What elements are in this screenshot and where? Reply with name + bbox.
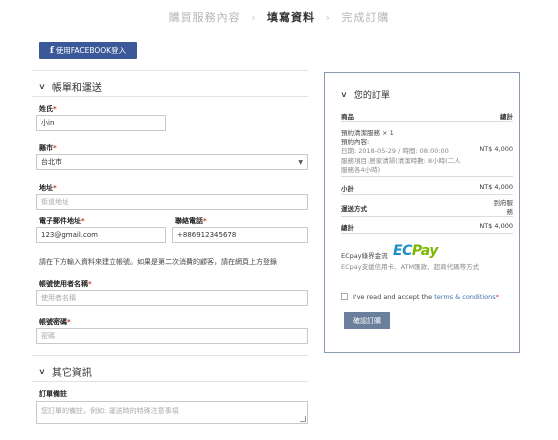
city-select[interactable]: 台北市 ▼ (36, 154, 308, 170)
order-summary-panel: ∨ 您的訂單 商品 總計 預約清潔服務 × 1 預約內容: 日期: 2018-0… (324, 72, 520, 353)
col-product-header: 商品 (341, 113, 354, 121)
terms-checkbox[interactable] (341, 293, 348, 300)
order-item-service-line2: 服務各4小時) (341, 166, 381, 174)
facebook-login-button[interactable]: f 使用FACEBOOK登入 (39, 42, 137, 59)
ecpay-payment-option[interactable]: ECpay綠界金流 (341, 250, 401, 260)
divider (341, 121, 513, 122)
facebook-icon: f (49, 45, 54, 56)
address-label: 地址* (39, 184, 57, 192)
lastname-label: 姓氏* (39, 105, 57, 113)
other-section-title: 其它資訊 (51, 368, 92, 379)
step-complete-order: 完成訂購 (341, 11, 390, 24)
billing-section-toggle[interactable]: ∨ 帳單和運送 (38, 79, 102, 94)
order-section-title: 您的訂單 (353, 91, 390, 101)
divider (32, 355, 308, 356)
order-table-header: 商品 總計 (341, 111, 513, 121)
caret-down-icon: ▼ (298, 159, 303, 166)
total-label: 總計 (341, 224, 354, 232)
city-select-value: 台北市 (41, 158, 62, 166)
ecpay-description: ECpay支援信用卡、ATM匯款、超商代碼等方式 (341, 263, 480, 271)
total-row: 總計 NT$ 4,000 (341, 222, 513, 232)
lastname-input[interactable]: 小in (36, 115, 166, 131)
divider (341, 194, 513, 195)
city-label: 縣市* (39, 144, 57, 152)
billing-section-title: 帳單和運送 (51, 83, 102, 94)
terms-link[interactable]: terms & conditions (434, 293, 495, 301)
order-notes-label: 訂單備註 (39, 390, 67, 398)
username-input[interactable]: 使用者名稱 (36, 290, 308, 306)
divider (32, 381, 308, 382)
order-item-date: 日期: 2018-05-29 / 時間: 08:00:00 (341, 147, 449, 155)
account-note: 請在下方輸入資料來建立帳號。如果是第二次消費的顧客，請在網頁上方登錄 (39, 258, 277, 266)
checkout-steps: 購買服務內容 › 填寫資料 › 完成訂購 (0, 9, 558, 25)
resize-handle-icon[interactable] (300, 416, 306, 422)
subtotal-row: 小計 NT$ 4,000 (341, 183, 513, 193)
step-fill-info: 填寫資料 (267, 11, 315, 24)
other-section-toggle[interactable]: ∨ 其它資訊 (38, 364, 92, 379)
subtotal-label: 小計 (341, 185, 354, 193)
chevron-down-icon: ∨ (38, 82, 46, 91)
order-notes-placeholder: 您訂單的備註，例如: 運送時的特殊注意事項 (41, 407, 179, 415)
phone-input[interactable]: +886912345678 (172, 227, 308, 243)
password-input[interactable]: 密碼 (36, 328, 308, 344)
confirm-order-button[interactable]: 確認訂購 (344, 312, 390, 329)
total-value: NT$ 4,000 (479, 222, 513, 230)
email-label: 電子郵件地址* (39, 217, 85, 225)
address-input[interactable]: 街道地址 (36, 194, 308, 210)
shipping-label: 運送方式 (341, 205, 367, 213)
divider (32, 96, 308, 97)
terms-text: I've read and accept the terms & conditi… (353, 293, 499, 301)
divider (341, 176, 513, 177)
divider (32, 70, 308, 71)
chevron-down-icon: ∨ (38, 367, 46, 376)
phone-label: 聯絡電話* (175, 217, 207, 225)
step-separator: › (325, 11, 331, 24)
subtotal-value: NT$ 4,000 (479, 183, 513, 191)
facebook-login-label: 使用FACEBOOK登入 (55, 46, 127, 55)
order-section-toggle[interactable]: ∨ 您的訂單 (340, 88, 390, 101)
shipping-row: 運送方式 (341, 203, 513, 213)
step-separator: › (251, 11, 257, 24)
username-label: 帳號使用者名稱* (39, 280, 92, 288)
divider (341, 216, 513, 217)
col-total-header: 總計 (500, 113, 513, 121)
email-input[interactable]: 123@gmail.com (36, 227, 166, 243)
ecpay-logo: ECPay (393, 243, 438, 259)
step-purchase-service[interactable]: 購買服務內容 (169, 9, 241, 25)
divider (341, 233, 513, 234)
order-notes-textarea[interactable]: 您訂單的備註，例如: 運送時的特殊注意事項 (36, 401, 308, 424)
password-label: 帳號密碼* (39, 318, 71, 326)
order-item-price: NT$ 4,000 (479, 145, 513, 153)
chevron-down-icon: ∨ (340, 90, 348, 99)
